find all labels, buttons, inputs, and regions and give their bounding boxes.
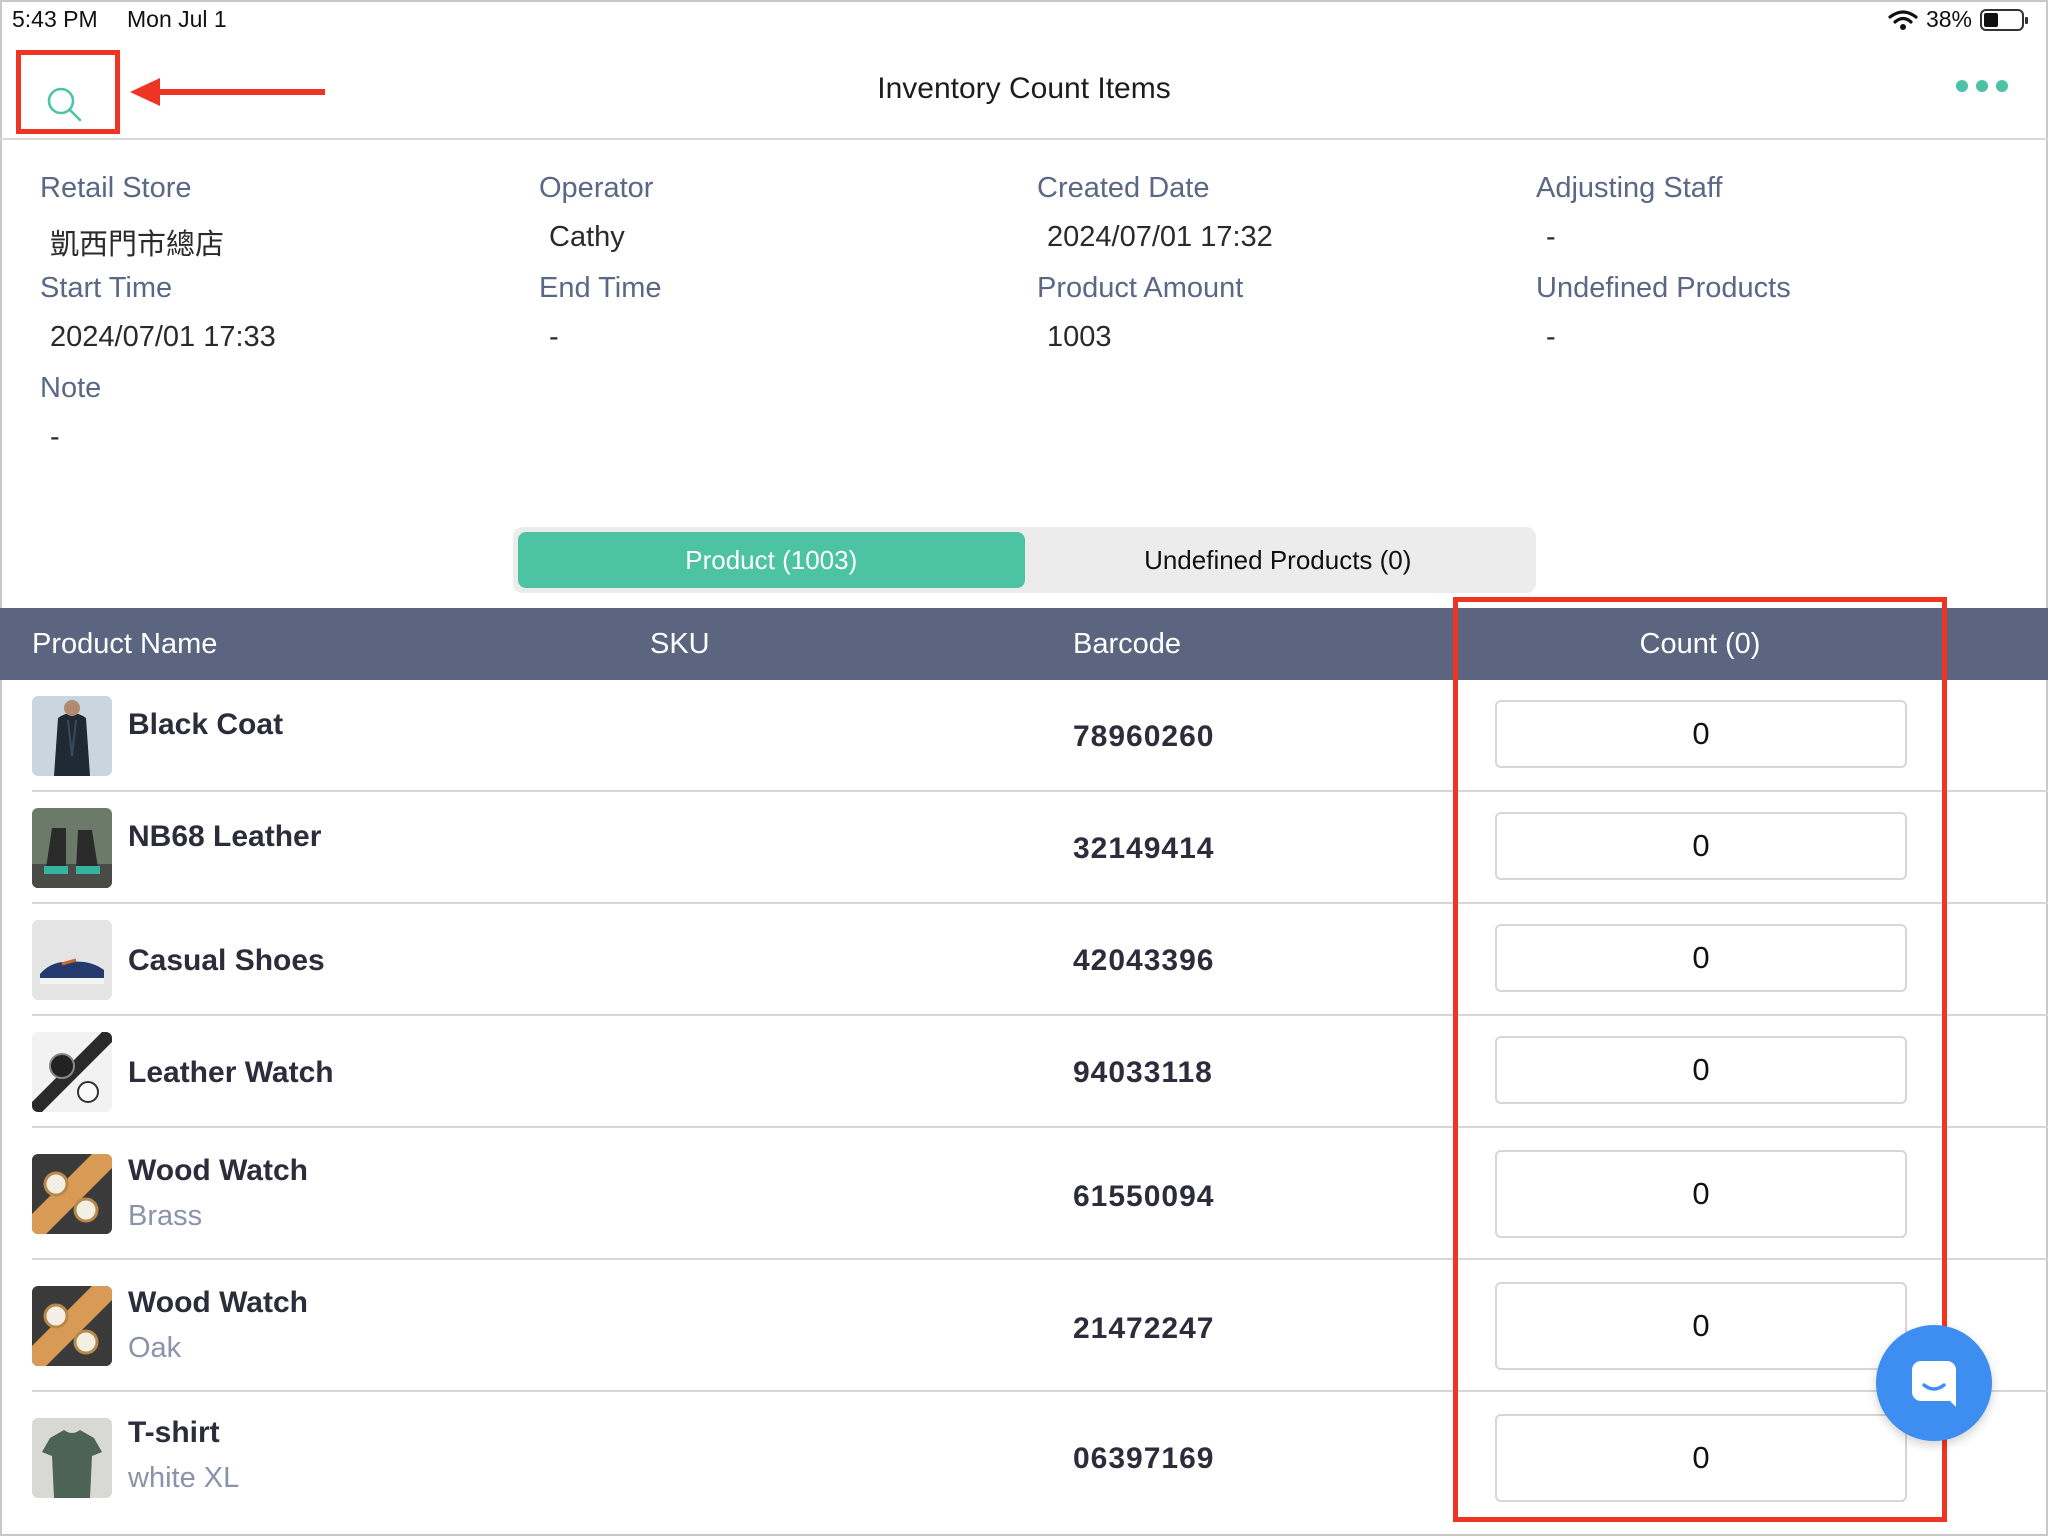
- header-product-name: Product Name: [32, 628, 218, 660]
- product-variant: white XL: [128, 1462, 240, 1494]
- product-barcode: 78960260: [1073, 720, 1215, 753]
- product-name: NB68 Leather: [128, 820, 322, 853]
- product-barcode: 94033118: [1073, 1056, 1213, 1089]
- count-input[interactable]: [1495, 1414, 1907, 1502]
- battery-percent: 38%: [1925, 6, 1972, 32]
- table-row[interactable]: Wood Watch Oak 21472247: [32, 1260, 2048, 1392]
- header-sku: SKU: [650, 628, 710, 660]
- info-undefined-products: Undefined Products -: [1536, 272, 1791, 354]
- info-end-time: End Time -: [539, 272, 662, 354]
- search-highlight-box: [16, 50, 120, 134]
- more-dot-icon: [1976, 80, 1988, 92]
- info-label: Created Date: [1037, 172, 1210, 204]
- info-label: Retail Store: [40, 172, 192, 204]
- count-input[interactable]: [1495, 1282, 1907, 1370]
- info-adjusting-staff: Adjusting Staff -: [1536, 172, 1722, 254]
- info-label: End Time: [539, 272, 662, 304]
- count-input[interactable]: [1495, 1150, 1907, 1238]
- count-input[interactable]: [1495, 812, 1907, 880]
- info-value: -: [1546, 321, 1556, 353]
- product-barcode: 21472247: [1073, 1312, 1215, 1345]
- info-created-date: Created Date 2024/07/01 17:32: [1037, 172, 1273, 254]
- status-time: 5:43 PM: [12, 6, 98, 32]
- info-label: Start Time: [40, 272, 173, 304]
- product-thumbnail: [32, 920, 112, 1000]
- battery-level: [1984, 12, 1998, 27]
- product-barcode: 06397169: [1073, 1442, 1215, 1475]
- product-name: Wood Watch: [128, 1154, 308, 1187]
- product-thumbnail: [32, 1154, 112, 1234]
- pointer-arrow: [130, 78, 325, 106]
- info-start-time: Start Time 2024/07/01 17:33: [40, 272, 276, 354]
- info-label: Adjusting Staff: [1536, 172, 1723, 204]
- count-input[interactable]: [1495, 1036, 1907, 1104]
- tab-undefined-products[interactable]: Undefined Products (0): [1025, 532, 1532, 588]
- tab-product[interactable]: Product (1003): [518, 532, 1025, 588]
- chat-button[interactable]: [1876, 1325, 1992, 1441]
- wifi-icon: [1888, 9, 1918, 30]
- table-row[interactable]: Black Coat 78960260: [32, 680, 2048, 792]
- count-input[interactable]: [1495, 924, 1907, 992]
- product-barcode: 42043396: [1073, 944, 1215, 977]
- product-variant: Brass: [128, 1200, 203, 1232]
- table-row[interactable]: T-shirt white XL 06397169: [32, 1392, 2048, 1536]
- table-row[interactable]: Wood Watch Brass 61550094: [32, 1128, 2048, 1260]
- info-value: 2024/07/01 17:32: [1047, 221, 1273, 253]
- battery-icon: [1980, 8, 2028, 31]
- product-name: Casual Shoes: [128, 944, 325, 977]
- count-input[interactable]: [1495, 700, 1907, 768]
- status-date: Mon Jul 1: [127, 6, 227, 32]
- product-name: Leather Watch: [128, 1056, 334, 1089]
- info-value: 凱西門市總店: [50, 229, 225, 261]
- info-value: 1003: [1047, 321, 1112, 353]
- product-barcode: 32149414: [1073, 832, 1215, 865]
- table-row[interactable]: NB68 Leather 32149414: [32, 792, 2048, 904]
- info-retail-store: Retail Store 凱西門市總店: [40, 172, 224, 263]
- info-label: Operator: [539, 172, 654, 204]
- info-value: -: [549, 321, 559, 353]
- header-count: Count (0): [1639, 628, 1761, 660]
- product-name: Wood Watch: [128, 1286, 308, 1319]
- info-note: Note -: [40, 372, 101, 454]
- status-indicators: 38%: [1888, 6, 2028, 33]
- more-dot-icon: [1996, 80, 2008, 92]
- more-dot-icon: [1956, 80, 1968, 92]
- product-thumbnail: [32, 696, 112, 776]
- info-value: 2024/07/01 17:33: [50, 321, 276, 353]
- table-header: Product Name SKU Barcode Count (0): [0, 608, 2048, 680]
- product-tabs: Product (1003) Undefined Products (0): [513, 527, 1536, 593]
- info-value: Cathy: [549, 221, 625, 253]
- product-thumbnail: [32, 808, 112, 888]
- info-label: Note: [40, 372, 102, 404]
- product-thumbnail: [32, 1286, 112, 1366]
- table-row[interactable]: Leather Watch 94033118: [32, 1016, 2048, 1128]
- chat-icon: [1912, 1361, 1956, 1407]
- info-value: -: [50, 421, 60, 453]
- product-variant: Oak: [128, 1332, 182, 1364]
- status-bar: 5:43 PM Mon Jul 1 38%: [0, 0, 2048, 40]
- info-product-amount: Product Amount 1003: [1037, 272, 1243, 354]
- product-name: Black Coat: [128, 708, 284, 741]
- product-name: T-shirt: [128, 1416, 220, 1449]
- info-operator: Operator Cathy: [539, 172, 653, 254]
- table-row[interactable]: Casual Shoes 42043396: [32, 904, 2048, 1016]
- info-label: Undefined Products: [1536, 272, 1791, 304]
- product-thumbnail: [32, 1418, 112, 1498]
- product-barcode: 61550094: [1073, 1180, 1215, 1213]
- info-label: Product Amount: [1037, 272, 1244, 304]
- info-value: -: [1546, 221, 1556, 253]
- more-options-button[interactable]: [1956, 80, 2008, 92]
- header-barcode: Barcode: [1073, 628, 1182, 660]
- product-thumbnail: [32, 1032, 112, 1112]
